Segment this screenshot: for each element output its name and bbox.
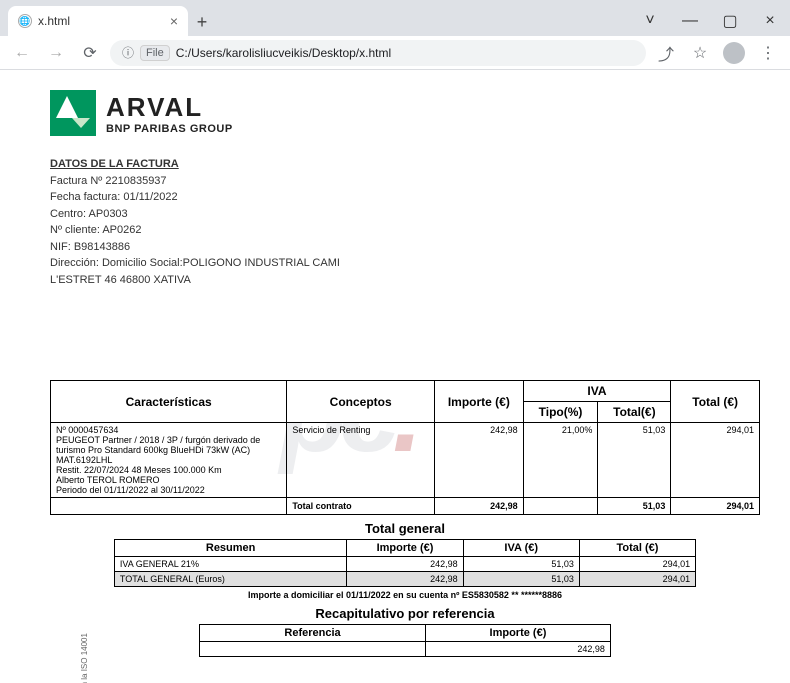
browser-toolbar: ← → ⟳ ⓘ File C:/Users/karolisliucveikis/…	[0, 36, 790, 70]
brand-sub: BNP PARIBAS GROUP	[106, 123, 233, 135]
ref-row: 242,98	[200, 642, 611, 657]
close-window-button[interactable]: ×	[750, 6, 790, 36]
menu-icon[interactable]: ⋮	[754, 39, 782, 67]
summary-total-row: TOTAL GENERAL (Euros) 242,98 51,03 294,0…	[114, 572, 695, 587]
recap-title: Recapitulativo por referencia	[50, 606, 760, 621]
share-icon[interactable]: ⤴	[652, 39, 680, 67]
invoice-line: NIF: B98143886	[50, 239, 760, 256]
invoice-line: Factura Nº 2210835937	[50, 173, 760, 190]
close-tab-icon[interactable]: ×	[170, 13, 178, 29]
star-icon[interactable]: ☆	[686, 39, 714, 67]
invoice-heading: DATOS DE LA FACTURA	[50, 156, 760, 173]
tab-title: x.html	[38, 14, 70, 28]
brand-name: ARVAL	[106, 92, 233, 123]
total-general-title: Total general	[50, 521, 760, 536]
reload-button[interactable]: ⟳	[76, 39, 104, 67]
new-tab-button[interactable]: +	[188, 8, 216, 36]
profile-avatar[interactable]	[720, 39, 748, 67]
back-button[interactable]: ←	[8, 39, 36, 67]
maximize-button[interactable]: ▢	[710, 6, 750, 36]
file-icon: ⓘ	[122, 44, 134, 61]
th-conceptos: Conceptos	[287, 381, 435, 423]
th-ref-importe: Importe (€)	[426, 625, 611, 642]
invoice-line: Fecha factura: 01/11/2022	[50, 189, 760, 206]
domicile-note: Importe a domiciliar el 01/11/2022 en su…	[50, 590, 760, 600]
browser-tab[interactable]: 🌐 x.html ×	[8, 6, 188, 36]
th-iva: IVA	[523, 381, 671, 402]
chevron-down-icon[interactable]: ˅	[630, 6, 670, 36]
summary-table: Resumen Importe (€) IVA (€) Total (€) IV…	[114, 539, 696, 587]
document-page: pc. ARVAL BNP PARIBAS GROUP DATOS DE LA …	[0, 70, 790, 683]
invoice-line: Nº cliente: AP0262	[50, 222, 760, 239]
th-sum-iva: IVA (€)	[463, 540, 579, 557]
table-total-row: Total contrato 242,98 51,03 294,01	[51, 498, 760, 515]
invoice-data-block: DATOS DE LA FACTURA Factura Nº 221083593…	[50, 156, 760, 288]
th-sum-importe: Importe (€)	[347, 540, 463, 557]
browser-titlebar: 🌐 x.html × + ˅ — ▢ ×	[0, 0, 790, 36]
forward-button[interactable]: →	[42, 39, 70, 67]
main-invoice-table: Características Conceptos Importe (€) IV…	[50, 380, 760, 515]
globe-icon: 🌐	[18, 14, 32, 28]
bnp-logo-icon	[50, 90, 96, 136]
th-sum-total: Total (€)	[579, 540, 695, 557]
url-text: C:/Users/karolisliucveikis/Desktop/x.htm…	[176, 46, 391, 60]
invoice-line: Dirección: Domicilio Social:POLIGONO IND…	[50, 255, 760, 272]
th-referencia: Referencia	[200, 625, 426, 642]
th-resumen: Resumen	[114, 540, 346, 557]
invoice-line: L'ESTRET 46 46800 XATIVA	[50, 272, 760, 289]
reference-table: Referencia Importe (€) 242,98	[199, 624, 611, 657]
window-controls: ˅ — ▢ ×	[630, 6, 790, 36]
address-bar[interactable]: ⓘ File C:/Users/karolisliucveikis/Deskto…	[110, 40, 646, 66]
th-iva-total: Total(€)	[598, 402, 671, 423]
invoice-line: Centro: AP0303	[50, 206, 760, 223]
minimize-button[interactable]: —	[670, 6, 710, 36]
summary-row: IVA GENERAL 21% 242,98 51,03 294,01	[114, 557, 695, 572]
file-chip: File	[140, 45, 170, 61]
brand-header: ARVAL BNP PARIBAS GROUP	[50, 90, 760, 136]
th-iva-tipo: Tipo(%)	[523, 402, 598, 423]
table-row: Nº 0000457634 PEUGEOT Partner / 2018 / 3…	[51, 423, 760, 498]
th-total: Total (€)	[671, 381, 760, 423]
th-caracteristicas: Características	[51, 381, 287, 423]
th-importe: Importe (€)	[435, 381, 524, 423]
